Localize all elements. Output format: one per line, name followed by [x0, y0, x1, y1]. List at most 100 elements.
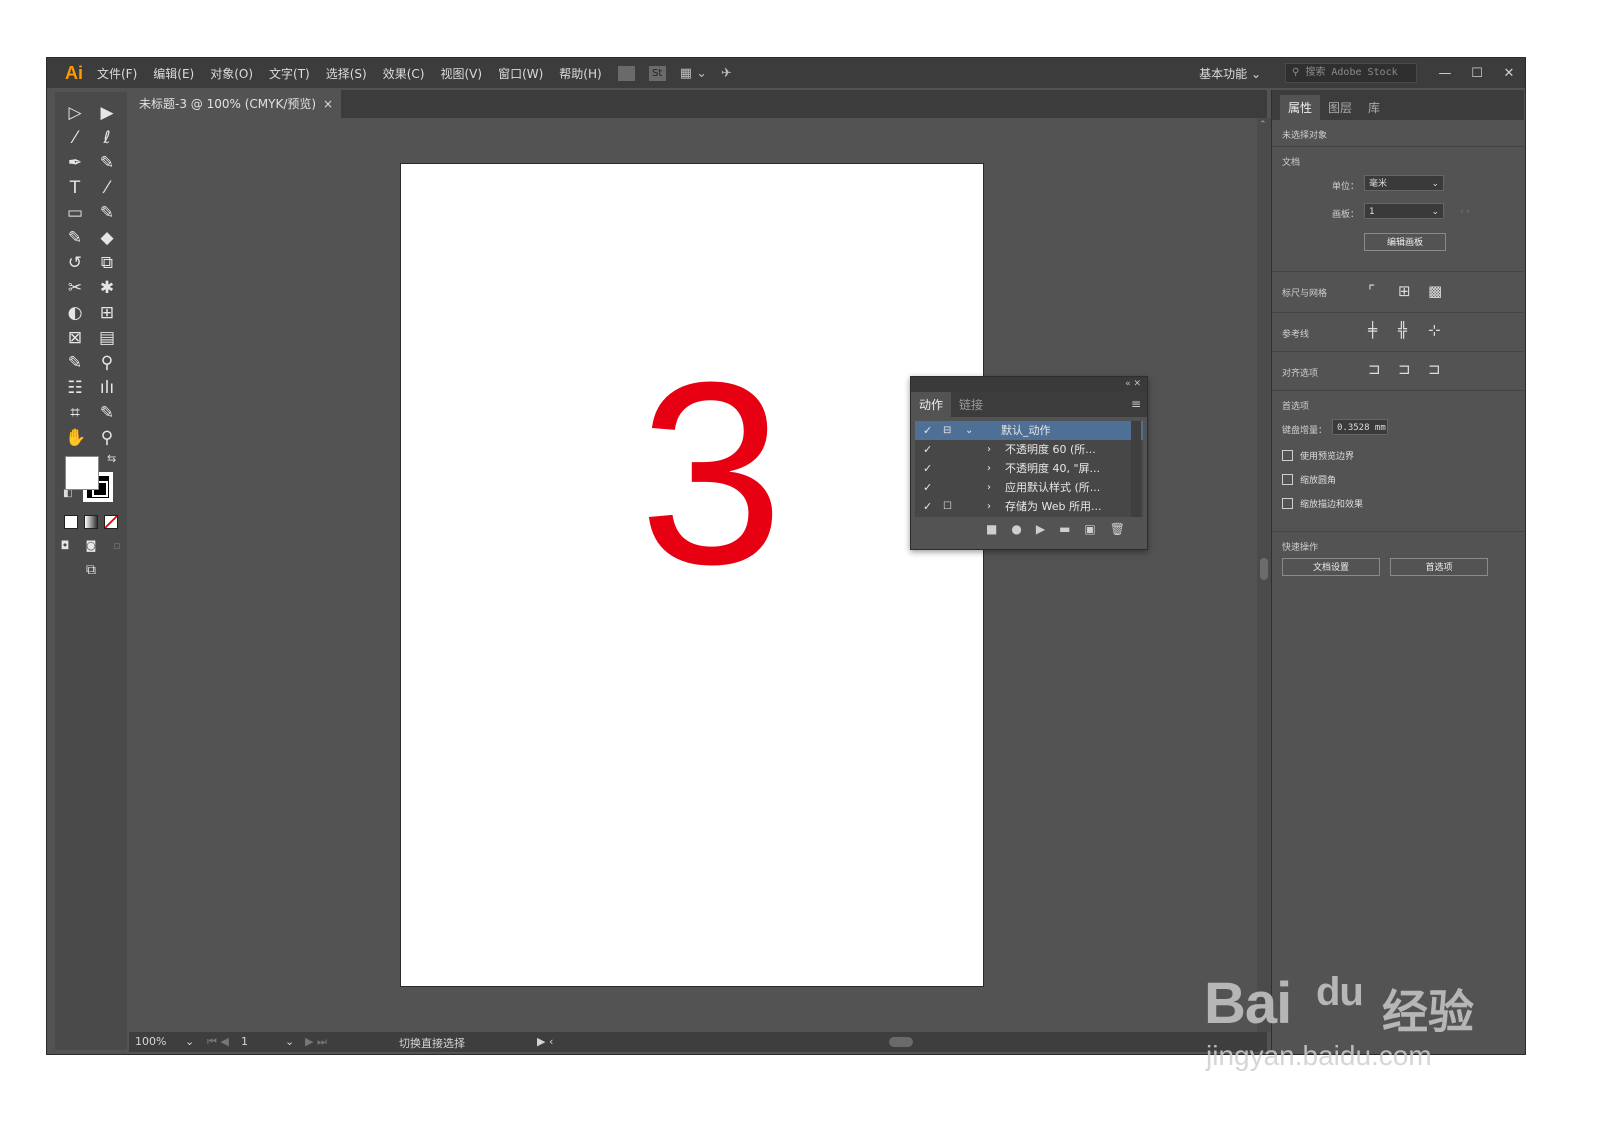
- artboard-dropdown[interactable]: 1 ⌄: [1364, 203, 1444, 219]
- artboard-nav-icon[interactable]: ‹ ›: [1460, 207, 1470, 217]
- menu-type[interactable]: 文字(T): [269, 65, 310, 82]
- minimize-button[interactable]: —: [1429, 66, 1461, 81]
- new-set-icon[interactable]: ▬: [1059, 522, 1070, 536]
- action-toggle-checkbox[interactable]: ✓: [923, 440, 932, 459]
- menu-select[interactable]: 选择(S): [326, 65, 367, 82]
- scale-tool-icon[interactable]: ⧉: [97, 253, 117, 273]
- slice-tool-icon[interactable]: ✎: [97, 403, 117, 423]
- grid-icon[interactable]: ⊞: [1398, 282, 1411, 300]
- delete-icon[interactable]: 🗑: [1110, 522, 1125, 536]
- expand-chevron-icon[interactable]: ›: [987, 497, 991, 516]
- transparency-grid-icon[interactable]: ▩: [1428, 282, 1442, 300]
- canvas-area[interactable]: 3: [129, 118, 1256, 1032]
- first-artboard-icon[interactable]: ⏮ ◀: [207, 1035, 229, 1049]
- status-tool-hint[interactable]: 切换直接选择: [399, 1035, 465, 1051]
- show-guides-icon[interactable]: ╪: [1368, 321, 1377, 339]
- action-toggle-checkbox[interactable]: ✓: [923, 478, 932, 497]
- menu-help[interactable]: 帮助(H): [559, 65, 601, 82]
- mesh-tool-icon[interactable]: ⊠: [65, 328, 85, 348]
- blend-tool-icon[interactable]: ⚲: [97, 353, 117, 373]
- tab-actions[interactable]: 动作: [911, 392, 952, 417]
- type-tool-icon[interactable]: T: [65, 178, 85, 198]
- artboard-number[interactable]: 1: [241, 1035, 248, 1048]
- curvature-tool-icon[interactable]: ✎: [97, 153, 117, 173]
- tab-libraries[interactable]: 库: [1360, 95, 1388, 120]
- action-row[interactable]: ✓ › 不透明度 40, "屏...: [915, 459, 1143, 478]
- draw-inside-icon[interactable]: ▫: [107, 536, 127, 556]
- rectangle-tool-icon[interactable]: ▭: [65, 203, 85, 223]
- scroll-up-icon[interactable]: ⌃: [1259, 120, 1267, 130]
- gpu-icon[interactable]: ✈: [721, 66, 732, 81]
- dialog-toggle-box[interactable]: ☐: [943, 497, 952, 516]
- status-menu-icon[interactable]: ▶ ‹: [537, 1035, 553, 1048]
- zoom-level[interactable]: 100%: [135, 1035, 166, 1048]
- direct-selection-tool-icon[interactable]: ▶: [97, 103, 117, 123]
- perspective-grid-tool-icon[interactable]: ⊞: [97, 303, 117, 323]
- expand-chevron-icon[interactable]: ›: [987, 478, 991, 497]
- expand-chevron-icon[interactable]: ›: [987, 440, 991, 459]
- column-graph-tool-icon[interactable]: ılı: [97, 378, 117, 398]
- gradient-button[interactable]: [84, 515, 98, 529]
- menu-edit[interactable]: 编辑(E): [153, 65, 194, 82]
- keyboard-increment-input[interactable]: 0.3528 mm: [1332, 419, 1388, 435]
- horizontal-scroll-thumb[interactable]: [889, 1037, 913, 1047]
- paintbrush-tool-icon[interactable]: ✎: [97, 203, 117, 223]
- play-icon[interactable]: ▶: [1036, 522, 1045, 536]
- puppet-warp-tool-icon[interactable]: ✱: [97, 278, 117, 298]
- symbol-sprayer-tool-icon[interactable]: ☷: [65, 378, 85, 398]
- artboard-dropdown-icon[interactable]: ⌄: [285, 1035, 294, 1048]
- gradient-tool-icon[interactable]: ▤: [97, 328, 117, 348]
- tab-properties[interactable]: 属性: [1280, 95, 1321, 120]
- expand-chevron-icon[interactable]: ⌄: [965, 421, 973, 440]
- artboard[interactable]: 3: [401, 164, 983, 986]
- units-dropdown[interactable]: 毫米 ⌄: [1364, 175, 1444, 191]
- stock-icon[interactable]: St: [648, 65, 666, 81]
- panel-menu-icon[interactable]: ≡: [1131, 397, 1141, 411]
- fill-swatch[interactable]: [65, 456, 99, 490]
- zoom-tool-icon[interactable]: ⚲: [97, 428, 117, 448]
- close-tab-icon[interactable]: ×: [323, 90, 333, 118]
- scale-corners-checkbox[interactable]: 缩放圆角: [1282, 473, 1336, 486]
- tab-links[interactable]: 链接: [951, 392, 991, 417]
- snap-to-point-icon[interactable]: ⊐: [1368, 360, 1381, 378]
- edit-artboards-button[interactable]: 编辑画板: [1364, 233, 1446, 251]
- action-set-row[interactable]: ✓ ⊟ ⌄ 默认_动作: [915, 421, 1143, 440]
- actions-list-scrollbar[interactable]: [1131, 421, 1141, 517]
- use-preview-bounds-checkbox[interactable]: 使用预览边界: [1282, 449, 1354, 462]
- swap-fill-stroke-icon[interactable]: ⇆: [107, 452, 116, 465]
- rulers-icon[interactable]: ⌜: [1368, 282, 1375, 300]
- snap-to-grid-icon[interactable]: ⊐: [1398, 360, 1411, 378]
- actions-panel[interactable]: « ✕ 动作 链接 ≡ ✓ ⊟ ⌄ 默认_动作 ✓ › 不透明度 60 (所... ✓ › 不透明…: [910, 376, 1148, 550]
- arrange-documents-icon[interactable]: ▦ ⌄: [680, 66, 707, 81]
- document-setup-button[interactable]: 文档设置: [1282, 558, 1380, 576]
- menu-object[interactable]: 对象(O): [210, 65, 253, 82]
- workspace-switcher[interactable]: 基本功能 ⌄: [1199, 65, 1261, 82]
- pen-tool-icon[interactable]: ✒: [65, 153, 85, 173]
- action-row[interactable]: ✓ ☐ › 存储为 Web 所用...: [915, 497, 1143, 516]
- action-toggle-checkbox[interactable]: ✓: [923, 421, 932, 440]
- vertical-scroll-thumb[interactable]: [1260, 558, 1268, 580]
- snap-to-pixel-icon[interactable]: ⊐: [1428, 360, 1441, 378]
- artboard-number-text[interactable]: 3: [639, 344, 784, 604]
- preferences-button[interactable]: 首选项: [1390, 558, 1488, 576]
- zoom-dropdown-icon[interactable]: ⌄: [185, 1035, 194, 1048]
- scale-strokes-effects-checkbox[interactable]: 缩放描边和效果: [1282, 497, 1363, 510]
- color-button[interactable]: [64, 515, 78, 529]
- tab-layers[interactable]: 图层: [1320, 95, 1360, 120]
- vertical-scrollbar[interactable]: ⌃: [1257, 118, 1271, 1032]
- lock-guides-icon[interactable]: ╬: [1398, 321, 1407, 339]
- expand-chevron-icon[interactable]: ›: [987, 459, 991, 478]
- menu-window[interactable]: 窗口(W): [498, 65, 543, 82]
- close-window-button[interactable]: ✕: [1493, 66, 1525, 81]
- none-button[interactable]: [104, 515, 118, 529]
- next-artboard-icon[interactable]: ▶ ⏭: [305, 1035, 327, 1049]
- line-tool-icon[interactable]: ⁄: [97, 178, 117, 198]
- draw-behind-icon[interactable]: ◙: [81, 536, 101, 556]
- shape-builder-tool-icon[interactable]: ◐: [65, 303, 85, 323]
- menu-effect[interactable]: 效果(C): [383, 65, 425, 82]
- action-row[interactable]: ✓ › 应用默认样式 (所...: [915, 478, 1143, 497]
- selection-tool-icon[interactable]: ▷: [65, 103, 85, 123]
- document-tab[interactable]: 未标题-3 @ 100% (CMYK/预览) ×: [129, 90, 341, 118]
- menu-view[interactable]: 视图(V): [440, 65, 482, 82]
- action-toggle-checkbox[interactable]: ✓: [923, 497, 932, 516]
